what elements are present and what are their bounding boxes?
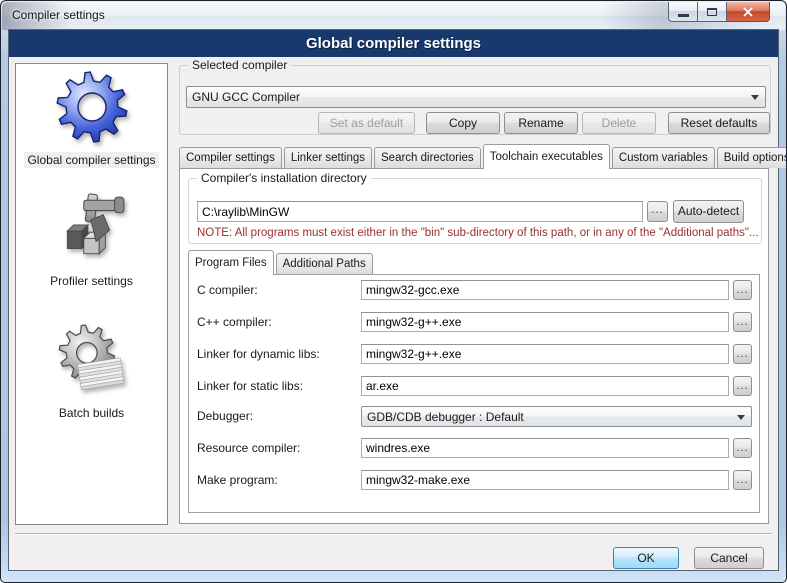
- tab-program-files[interactable]: Program Files: [188, 250, 274, 275]
- cpp-compiler-label: C++ compiler:: [197, 311, 272, 333]
- sidebar-item-label: Profiler settings: [47, 273, 136, 289]
- c-compiler-input[interactable]: [361, 280, 729, 300]
- dynamic-linker-browse-button[interactable]: ...: [733, 344, 752, 364]
- sidebar-item-batch-builds[interactable]: Batch builds: [16, 322, 167, 421]
- tab-linker-settings[interactable]: Linker settings: [284, 147, 372, 168]
- batch-gear-papers-icon: [55, 322, 129, 398]
- maximize-button[interactable]: [698, 2, 727, 22]
- close-icon: [742, 7, 754, 17]
- delete-button[interactable]: Delete: [582, 112, 656, 134]
- tab-compiler-settings[interactable]: Compiler settings: [179, 147, 282, 168]
- make-program-input[interactable]: [361, 470, 729, 490]
- maximize-icon: [707, 8, 717, 16]
- settings-category-list: Global compiler settings: [15, 63, 168, 525]
- compiler-settings-window: Compiler settings Global compiler settin…: [0, 0, 787, 583]
- c-compiler-label: C compiler:: [197, 279, 258, 301]
- install-dir-input[interactable]: [197, 201, 643, 222]
- compiler-select-value: GNU GCC Compiler: [192, 87, 743, 107]
- install-dir-browse-button[interactable]: ...: [647, 201, 668, 222]
- window-controls: [668, 2, 770, 22]
- page-title: Global compiler settings: [9, 30, 778, 57]
- selected-compiler-group: Selected compiler GNU GCC Compiler Set a…: [179, 65, 771, 135]
- dynamic-linker-input[interactable]: [361, 344, 729, 364]
- toolchain-executables-panel: Compiler's installation directory ... Au…: [179, 168, 769, 524]
- minimize-button[interactable]: [668, 2, 698, 22]
- minimize-icon: [678, 14, 689, 17]
- sidebar-item-global-compiler-settings[interactable]: Global compiler settings: [16, 69, 167, 168]
- resource-compiler-browse-button[interactable]: ...: [733, 438, 752, 458]
- tab-build-options[interactable]: Build options: [717, 147, 787, 168]
- static-linker-browse-button[interactable]: ...: [733, 376, 752, 396]
- static-linker-input[interactable]: [361, 376, 729, 396]
- rename-button[interactable]: Rename: [504, 112, 578, 134]
- resource-compiler-label: Resource compiler:: [197, 437, 300, 459]
- debugger-select[interactable]: GDB/CDB debugger : Default: [361, 406, 752, 427]
- tab-search-directories[interactable]: Search directories: [374, 147, 481, 168]
- autodetect-button[interactable]: Auto-detect: [673, 200, 744, 223]
- make-program-browse-button[interactable]: ...: [733, 470, 752, 490]
- program-files-tabstrip: Program Files Additional Paths: [188, 250, 373, 275]
- install-note-text: NOTE: All programs must exist either in …: [197, 227, 759, 239]
- sidebar-item-profiler-settings[interactable]: Profiler settings: [16, 188, 167, 289]
- chevron-down-icon: [751, 95, 759, 104]
- installation-directory-group: Compiler's installation directory ... Au…: [188, 178, 762, 244]
- c-compiler-browse-button[interactable]: ...: [733, 280, 752, 300]
- tab-toolchain-executables[interactable]: Toolchain executables: [483, 144, 610, 169]
- cpp-compiler-input[interactable]: [361, 312, 729, 332]
- program-files-panel: C compiler: ... C++ compiler: ... Linker…: [188, 274, 760, 513]
- cpp-compiler-browse-button[interactable]: ...: [733, 312, 752, 332]
- reset-defaults-button[interactable]: Reset defaults: [668, 112, 770, 134]
- cancel-button[interactable]: Cancel: [694, 547, 764, 569]
- chevron-down-icon: [737, 415, 745, 424]
- resource-compiler-input[interactable]: [361, 438, 729, 458]
- selected-compiler-legend: Selected compiler: [188, 58, 291, 72]
- blue-gear-icon: [55, 69, 129, 145]
- installation-directory-legend: Compiler's installation directory: [197, 171, 371, 185]
- ok-button[interactable]: OK: [613, 547, 679, 569]
- footer-separator: [15, 533, 772, 535]
- tab-custom-variables[interactable]: Custom variables: [612, 147, 715, 168]
- debugger-select-value: GDB/CDB debugger : Default: [367, 407, 729, 427]
- sidebar-item-label: Global compiler settings: [24, 152, 158, 168]
- dialog-client-area: Global compiler settings Global compiler…: [9, 30, 778, 570]
- close-button[interactable]: [727, 2, 770, 22]
- sidebar-item-label: Batch builds: [56, 405, 127, 421]
- debugger-label: Debugger:: [197, 405, 253, 427]
- copy-button[interactable]: Copy: [426, 112, 500, 134]
- dynamic-linker-label: Linker for dynamic libs:: [197, 343, 320, 365]
- profiler-caliper-icon: [55, 188, 129, 266]
- title-bar[interactable]: Compiler settings: [2, 2, 785, 30]
- compiler-select[interactable]: GNU GCC Compiler: [186, 86, 766, 108]
- window-title: Compiler settings: [12, 2, 105, 29]
- set-as-default-button[interactable]: Set as default: [318, 112, 415, 134]
- compiler-tabstrip: Compiler settings Linker settings Search…: [179, 144, 787, 169]
- tab-additional-paths[interactable]: Additional Paths: [276, 253, 373, 274]
- static-linker-label: Linker for static libs:: [197, 375, 303, 397]
- make-program-label: Make program:: [197, 469, 278, 491]
